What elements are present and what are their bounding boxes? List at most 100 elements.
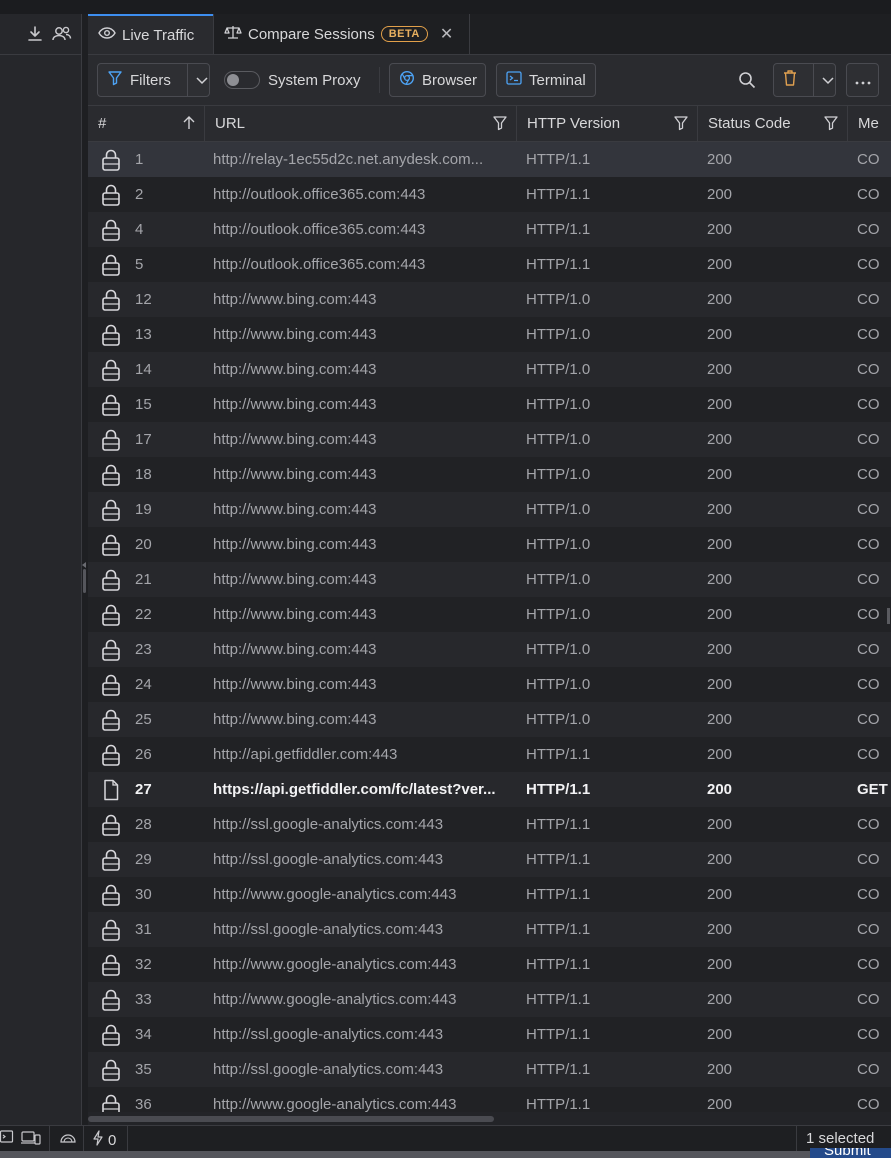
cell-version: HTTP/1.0 xyxy=(526,571,591,588)
more-options-button[interactable] xyxy=(846,63,879,97)
table-row[interactable]: 1 http://relay-1ec55d2c.net.anydesk.com..… xyxy=(88,142,891,177)
column-header-url[interactable]: URL xyxy=(205,106,517,141)
table-row[interactable]: 4 http://outlook.office365.com:443 HTTP/1.… xyxy=(88,212,891,247)
table-row[interactable]: 21 http://www.bing.com:443 HTTP/1.0 200 CO xyxy=(88,562,891,597)
lock-icon xyxy=(101,604,121,626)
tab-label: Live Traffic xyxy=(122,26,195,44)
table-row[interactable]: 35 http://ssl.google-analytics.com:443 HTT… xyxy=(88,1052,891,1087)
table-row[interactable]: 19 http://www.bing.com:443 HTTP/1.0 200 CO xyxy=(88,492,891,527)
clear-sessions-button[interactable] xyxy=(774,64,806,96)
table-row[interactable]: 2 http://outlook.office365.com:443 HTTP/1.… xyxy=(88,177,891,212)
table-row[interactable]: 31 http://ssl.google-analytics.com:443 HTT… xyxy=(88,912,891,947)
table-row[interactable]: 27 https://api.getfiddler.com/fc/latest?v… xyxy=(88,772,891,807)
column-filter-icon[interactable] xyxy=(823,115,839,135)
cell-status: 200 xyxy=(707,851,733,868)
lock-icon xyxy=(101,359,121,381)
table-row[interactable]: 25 http://www.bing.com:443 HTTP/1.0 200 CO xyxy=(88,702,891,737)
cell-url: http://www.bing.com:443 xyxy=(213,571,377,588)
cell-method: CO xyxy=(857,851,880,868)
column-label: Status Code xyxy=(708,115,791,132)
sort-ascending-icon[interactable] xyxy=(182,115,196,135)
close-tab-icon[interactable]: ✕ xyxy=(440,24,453,44)
gauge-icon[interactable] xyxy=(59,1130,77,1148)
filters-button[interactable]: Filters xyxy=(98,64,180,96)
cell-method: CO xyxy=(857,571,880,588)
terminal-button[interactable]: Terminal xyxy=(496,63,596,97)
table-row[interactable]: 15 http://www.bing.com:443 HTTP/1.0 200 CO xyxy=(88,387,891,422)
cell-url: http://api.getfiddler.com:443 xyxy=(213,746,398,763)
cell-num: 36 xyxy=(135,1096,152,1112)
filter-icon xyxy=(107,70,123,90)
browser-button[interactable]: Browser xyxy=(389,63,486,97)
table-row[interactable]: 12 http://www.bing.com:443 HTTP/1.0 200 CO xyxy=(88,282,891,317)
table-row[interactable]: 33 http://www.google-analytics.com:443 HTT… xyxy=(88,982,891,1017)
cell-url: http://www.google-analytics.com:443 xyxy=(213,991,457,1008)
table-row[interactable]: 18 http://www.bing.com:443 HTTP/1.0 200 CO xyxy=(88,457,891,492)
tab-compare-sessions[interactable]: Compare Sessions BETA ✕ xyxy=(213,14,470,54)
table-row[interactable]: 32 http://www.google-analytics.com:443 HTT… xyxy=(88,947,891,982)
clear-split-button xyxy=(773,63,836,97)
terminal-icon xyxy=(506,71,522,89)
browser-label: Browser xyxy=(422,71,478,89)
column-header-number[interactable]: # xyxy=(88,106,205,141)
table-row[interactable]: 5 http://outlook.office365.com:443 HTTP/1.… xyxy=(88,247,891,282)
scale-icon xyxy=(224,24,242,44)
filters-split-button: Filters xyxy=(97,63,210,97)
toolbar-divider xyxy=(379,67,380,93)
column-header-method[interactable]: Me xyxy=(848,106,891,141)
table-row[interactable]: 26 http://api.getfiddler.com:443 HTTP/1.1 2… xyxy=(88,737,891,772)
table-row[interactable]: 23 http://www.bing.com:443 HTTP/1.0 200 CO xyxy=(88,632,891,667)
system-proxy-switch[interactable] xyxy=(224,71,260,89)
table-row[interactable]: 34 http://ssl.google-analytics.com:443 HTT… xyxy=(88,1017,891,1052)
users-icon[interactable] xyxy=(51,24,72,44)
column-label: HTTP Version xyxy=(527,115,621,132)
column-filter-icon[interactable] xyxy=(673,115,689,135)
table-row[interactable]: 28 http://ssl.google-analytics.com:443 HTT… xyxy=(88,807,891,842)
table-row[interactable]: 22 http://www.bing.com:443 HTTP/1.0 200 CO xyxy=(88,597,891,632)
download-icon[interactable] xyxy=(25,24,45,44)
filters-label: Filters xyxy=(130,71,171,89)
table-row[interactable]: 30 http://www.google-analytics.com:443 HTT… xyxy=(88,877,891,912)
devices-icon[interactable] xyxy=(21,1130,41,1150)
cell-status: 200 xyxy=(707,361,733,378)
cell-version: HTTP/1.0 xyxy=(526,431,591,448)
cell-num: 2 xyxy=(135,186,144,203)
cell-status: 200 xyxy=(707,746,733,763)
cell-num: 29 xyxy=(135,851,152,868)
tab-live-traffic[interactable]: Live Traffic xyxy=(88,14,213,54)
horizontal-scrollbar[interactable] xyxy=(88,1112,891,1125)
cell-num: 26 xyxy=(135,746,152,763)
document-icon xyxy=(101,779,121,801)
table-row[interactable]: 24 http://www.bing.com:443 HTTP/1.0 200 CO xyxy=(88,667,891,702)
table-row[interactable]: 20 http://www.bing.com:443 HTTP/1.0 200 CO xyxy=(88,527,891,562)
scrollbar-thumb[interactable] xyxy=(88,1116,494,1122)
cell-method: CO xyxy=(857,816,880,833)
main-panel: Live Traffic Compare Sessions BETA ✕ Fil… xyxy=(88,14,891,1125)
connections-indicator[interactable]: 0 xyxy=(92,1130,116,1150)
table-row[interactable]: 36 http://www.google-analytics.com:443 HTT… xyxy=(88,1087,891,1112)
table-row[interactable]: 29 http://ssl.google-analytics.com:443 HTT… xyxy=(88,842,891,877)
vertical-scrollbar[interactable] xyxy=(887,608,890,624)
filters-dropdown-button[interactable] xyxy=(186,64,216,96)
cell-num: 22 xyxy=(135,606,152,623)
submit-button-peek[interactable]: Submit xyxy=(810,1148,891,1158)
cell-num: 4 xyxy=(135,221,144,238)
column-filter-icon[interactable] xyxy=(492,115,508,135)
collapse-arrow-icon[interactable] xyxy=(82,562,86,568)
system-proxy-toggle[interactable]: System Proxy xyxy=(224,71,361,89)
cell-version: HTTP/1.1 xyxy=(526,1026,591,1043)
column-header-http-version[interactable]: HTTP Version xyxy=(517,106,698,141)
clear-dropdown-button[interactable] xyxy=(813,64,842,96)
sessions-grid: 1 http://relay-1ec55d2c.net.anydesk.com..… xyxy=(88,142,891,1112)
splitter-grip[interactable] xyxy=(83,569,86,593)
search-icon[interactable] xyxy=(738,71,756,93)
cell-method: CO xyxy=(857,256,880,273)
column-header-status-code[interactable]: Status Code xyxy=(698,106,848,141)
cell-num: 5 xyxy=(135,256,144,273)
browser-icon xyxy=(399,70,415,90)
table-row[interactable]: 13 http://www.bing.com:443 HTTP/1.0 200 CO xyxy=(88,317,891,352)
table-row[interactable]: 17 http://www.bing.com:443 HTTP/1.0 200 CO xyxy=(88,422,891,457)
table-row[interactable]: 14 http://www.bing.com:443 HTTP/1.0 200 CO xyxy=(88,352,891,387)
cell-num: 14 xyxy=(135,361,152,378)
terminal-panel-icon[interactable] xyxy=(0,1130,14,1148)
